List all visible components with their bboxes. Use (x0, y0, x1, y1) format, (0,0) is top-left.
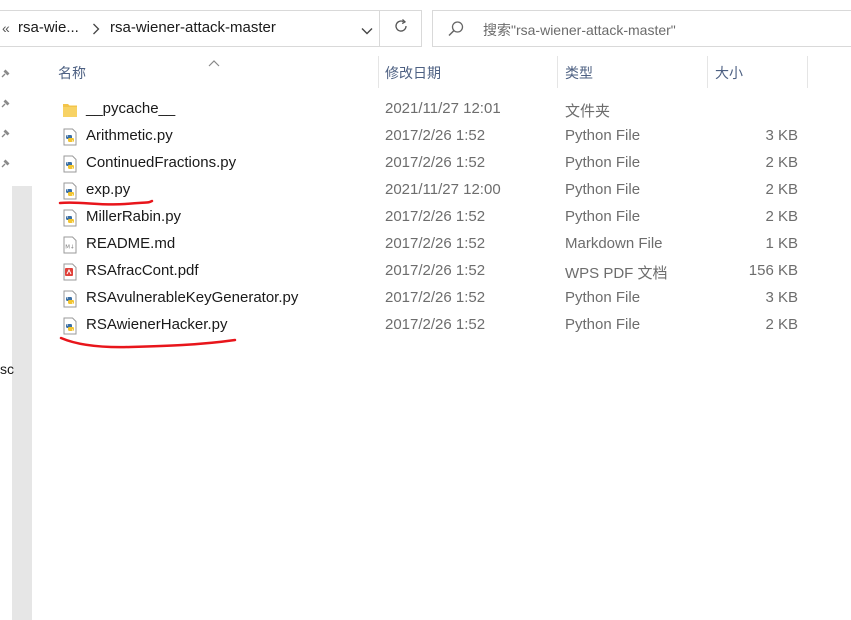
search-input[interactable]: 搜索"rsa-wiener-attack-master" (432, 10, 851, 47)
column-headers: 名称 修改日期 类型 大小 (34, 50, 851, 92)
file-name: exp.py (86, 181, 131, 198)
python-file-icon (62, 317, 78, 335)
address-bar[interactable]: « rsa-wie... rsa-wiener-attack-master (0, 10, 380, 47)
folder-icon (62, 101, 78, 119)
search-icon (447, 20, 465, 43)
file-size: 2 KB (765, 181, 798, 198)
file-type: Markdown File (565, 235, 663, 252)
file-type: 文件夹 (565, 103, 611, 120)
column-header-size[interactable]: 大小 (715, 50, 805, 92)
file-name: RSAvulnerableKeyGenerator.py (86, 289, 299, 306)
pdf-file-icon (62, 263, 78, 281)
pin-icon[interactable] (0, 66, 10, 78)
file-name: RSAwienerHacker.py (86, 316, 228, 333)
file-name: ContinuedFractions.py (86, 154, 237, 171)
breadcrumb-current[interactable]: rsa-wiener-attack-master (110, 19, 276, 36)
file-row[interactable]: MillerRabin.py 2017/2/26 1:52 Python File 2… (34, 204, 851, 231)
file-row[interactable]: M↓ README.md 2017/2/26 1:52 Markdown File 1… (34, 231, 851, 258)
file-name: __pycache__ (86, 100, 176, 117)
file-size: 3 KB (765, 127, 798, 144)
python-file-icon (62, 290, 78, 308)
file-size: 2 KB (765, 208, 798, 225)
file-name: RSAfracCont.pdf (86, 262, 199, 279)
python-file-icon (62, 182, 78, 200)
file-modified-date: 2021/11/27 12:01 (385, 100, 501, 117)
file-modified-date: 2017/2/26 1:52 (385, 127, 486, 144)
column-header-type[interactable]: 类型 (565, 50, 705, 92)
breadcrumb-overflow-icon[interactable]: « (2, 20, 10, 36)
pin-icon[interactable] (0, 96, 10, 108)
pin-icon[interactable] (0, 126, 10, 138)
column-divider[interactable] (707, 56, 708, 88)
breadcrumb-parent[interactable]: rsa-wie... (18, 19, 79, 36)
column-header-date[interactable]: 修改日期 (385, 50, 555, 92)
file-modified-date: 2017/2/26 1:52 (385, 316, 486, 333)
file-modified-date: 2017/2/26 1:52 (385, 235, 486, 252)
chevron-down-icon[interactable] (361, 23, 373, 41)
file-row[interactable]: ContinuedFractions.py 2017/2/26 1:52 Pytho… (34, 150, 851, 177)
search-placeholder: 搜索"rsa-wiener-attack-master" (483, 22, 676, 38)
file-row[interactable]: RSAvulnerableKeyGenerator.py 2017/2/26 1:… (34, 285, 851, 312)
nav-scrollbar[interactable] (12, 186, 32, 620)
file-row[interactable]: __pycache__ 2021/11/27 12:01 文件夹 (34, 96, 851, 123)
file-name: MillerRabin.py (86, 208, 182, 225)
file-name: Arithmetic.py (86, 127, 173, 144)
file-row[interactable]: exp.py 2021/11/27 12:00 Python File 2 KB (34, 177, 851, 204)
file-type: Python File (565, 181, 641, 198)
column-divider[interactable] (557, 56, 558, 88)
file-size: 2 KB (765, 154, 798, 171)
file-name: README.md (86, 235, 176, 252)
file-modified-date: 2017/2/26 1:52 (385, 208, 486, 225)
python-file-icon (62, 155, 78, 173)
file-type: Python File (565, 127, 641, 144)
file-row[interactable]: Arithmetic.py 2017/2/26 1:52 Python File 3 … (34, 123, 851, 150)
file-type: Python File (565, 154, 641, 171)
nav-item-partial-label[interactable]: sc (0, 361, 14, 377)
annotation-underline-rsawienerhacker (59, 336, 237, 349)
python-file-icon (62, 209, 78, 227)
file-modified-date: 2017/2/26 1:52 (385, 289, 486, 306)
navigation-pane[interactable]: sc (0, 48, 34, 620)
chevron-right-icon[interactable] (92, 22, 100, 40)
file-modified-date: 2017/2/26 1:52 (385, 262, 486, 279)
file-size: 3 KB (765, 289, 798, 306)
file-modified-date: 2021/11/27 12:00 (385, 181, 501, 198)
column-header-name[interactable]: 名称 (58, 50, 376, 92)
file-list: __pycache__ 2021/11/27 12:01 文件夹 Arithmeti… (34, 96, 851, 339)
file-modified-date: 2017/2/26 1:52 (385, 154, 486, 171)
pin-icon[interactable] (0, 156, 10, 168)
file-size: 2 KB (765, 316, 798, 333)
python-file-icon (62, 128, 78, 146)
refresh-icon (393, 18, 409, 39)
svg-text:M↓: M↓ (65, 244, 74, 251)
markdown-file-icon: M↓ (62, 236, 78, 254)
file-row[interactable]: RSAfracCont.pdf 2017/2/26 1:52 WPS PDF 文档 1… (34, 258, 851, 285)
refresh-button[interactable] (380, 10, 422, 47)
file-type: Python File (565, 316, 641, 333)
column-divider[interactable] (378, 56, 379, 88)
column-divider[interactable] (807, 56, 808, 88)
file-type: Python File (565, 289, 641, 306)
file-size: 156 KB (748, 262, 798, 279)
file-type: WPS PDF 文档 (565, 265, 668, 282)
file-type: Python File (565, 208, 641, 225)
file-row[interactable]: RSAwienerHacker.py 2017/2/26 1:52 Python F… (34, 312, 851, 339)
file-size: 1 KB (765, 235, 798, 252)
